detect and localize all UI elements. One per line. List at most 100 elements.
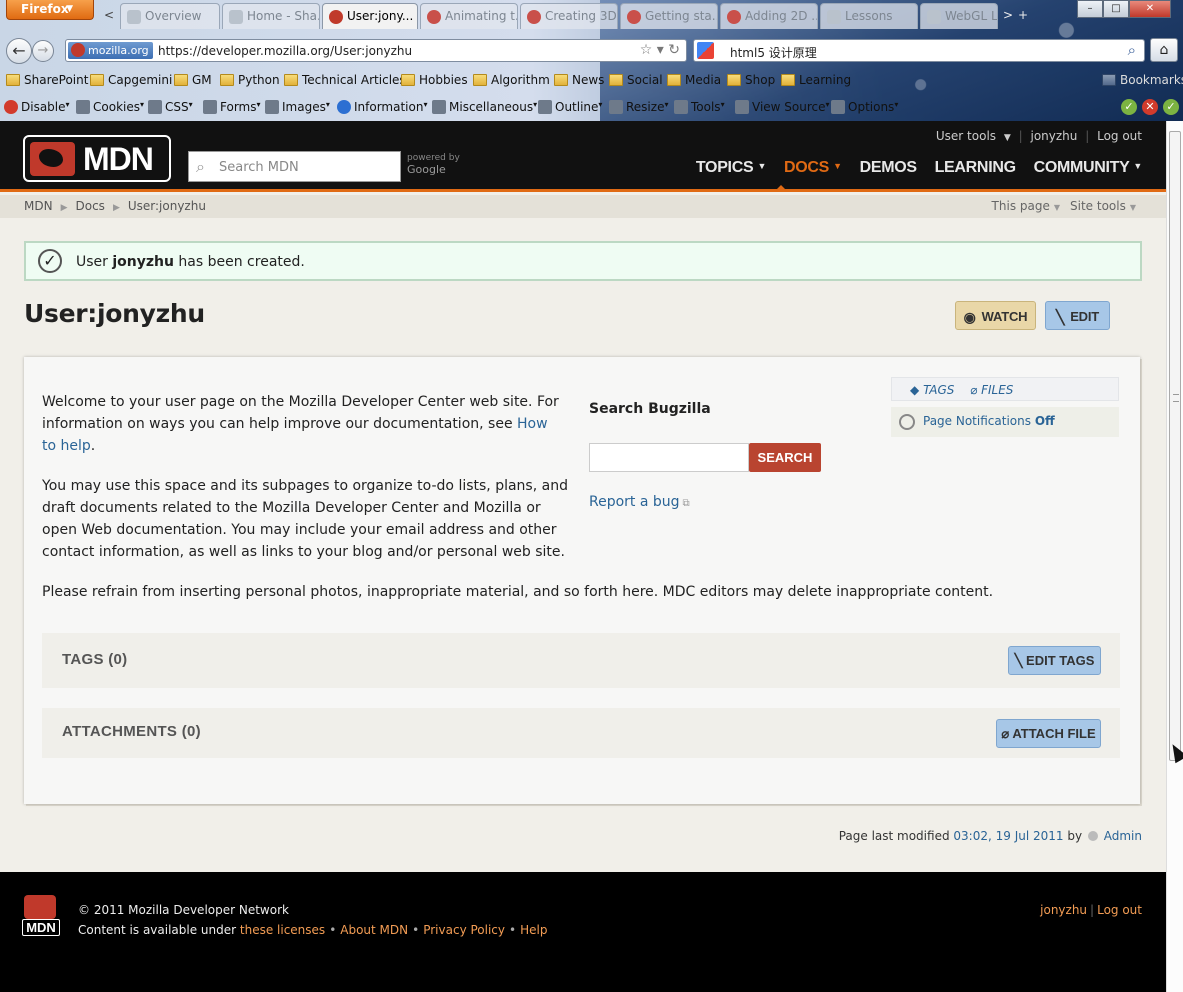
tab-scroll-left-icon[interactable]: < xyxy=(104,8,114,22)
html-error-icon[interactable]: ✕ xyxy=(1142,99,1158,115)
site-footer: MDN © 2011 Mozilla Developer Network Con… xyxy=(0,872,1166,992)
bookmark-folder-hobbies[interactable]: Hobbies xyxy=(401,73,468,87)
web-search-bar[interactable]: html5 设计原理 ⌕ xyxy=(693,39,1145,62)
dev-disable-menu[interactable]: Disable▾ xyxy=(4,100,70,114)
search-text[interactable]: html5 设计原理 xyxy=(730,44,817,61)
tab-label: Creating 3D... xyxy=(545,9,617,23)
bookmark-folder-gm[interactable]: GM xyxy=(174,73,212,87)
dev-outline-menu[interactable]: Outline▾ xyxy=(538,100,602,114)
tab-getting-started[interactable]: Getting sta... xyxy=(620,3,718,29)
help-link[interactable]: Help xyxy=(520,923,547,937)
tab-adding-2d[interactable]: Adding 2D ... xyxy=(720,3,818,29)
bookmark-folder-social[interactable]: Social xyxy=(609,73,663,87)
tab-animating[interactable]: Animating t... xyxy=(420,3,518,29)
css-valid-icon[interactable]: ✓ xyxy=(1121,99,1137,115)
nav-topics[interactable]: TOPICS ▼ xyxy=(696,159,767,177)
modified-time-link[interactable]: 03:02, 19 Jul 2011 xyxy=(953,829,1063,843)
dev-images-menu[interactable]: Images▾ xyxy=(265,100,330,114)
nav-community[interactable]: COMMUNITY ▼ xyxy=(1034,159,1143,177)
url-bar[interactable]: mozilla.org https://developer.mozilla.or… xyxy=(65,39,687,62)
nav-demos[interactable]: DEMOS xyxy=(860,159,917,177)
attach-file-button[interactable]: ⌀ ATTACH FILE xyxy=(996,719,1101,748)
forward-icon[interactable]: → xyxy=(32,40,54,62)
tab-lessons[interactable]: Lessons xyxy=(820,3,918,29)
bookmarks-menu[interactable]: Bookmarks xyxy=(1102,73,1183,87)
watch-button[interactable]: ◉ WATCH xyxy=(955,301,1036,330)
bookmark-folder-shop[interactable]: Shop xyxy=(727,73,775,87)
tags-files-box: ◆ TAGS ⌀ FILES xyxy=(891,377,1119,401)
bookmark-star-icon[interactable]: ☆ ▾ ↻ xyxy=(640,42,680,58)
report-bug-link[interactable]: Report a bug ⧉ xyxy=(589,494,690,510)
dev-options-menu[interactable]: Options▾ xyxy=(831,100,898,114)
vertical-scrollbar[interactable] xyxy=(1166,121,1183,992)
breadcrumb-mdn[interactable]: MDN xyxy=(24,199,53,213)
logo-text: MDN xyxy=(83,141,154,177)
folder-icon xyxy=(554,74,568,86)
separator-dot: • xyxy=(412,923,420,937)
watch-label: WATCH xyxy=(981,309,1028,324)
mdn-search-input[interactable]: ⌕ Search MDN xyxy=(188,151,401,182)
site-tools-menu[interactable]: Site tools xyxy=(1070,199,1126,213)
bookmark-folder-python[interactable]: Python xyxy=(220,73,280,87)
dev-forms-menu[interactable]: Forms▾ xyxy=(203,100,261,114)
dev-view-source-menu[interactable]: View Source▾ xyxy=(735,100,830,114)
dev-information-menu[interactable]: Information▾ xyxy=(337,100,427,114)
url-text[interactable]: https://developer.mozilla.org/User:jonyz… xyxy=(158,44,412,58)
notifications-state: Off xyxy=(1034,414,1055,428)
dev-css-menu[interactable]: CSS▾ xyxy=(148,100,193,114)
folder-icon xyxy=(609,74,623,86)
close-icon[interactable]: ✕ xyxy=(1129,0,1171,18)
maximize-icon[interactable]: □ xyxy=(1103,0,1129,18)
tab-home-sharepoint[interactable]: Home - Sha... xyxy=(222,3,320,29)
bookmark-folder-news[interactable]: News xyxy=(554,73,604,87)
modified-user-link[interactable]: Admin xyxy=(1104,829,1142,843)
dev-cookies-menu[interactable]: Cookies▾ xyxy=(76,100,144,114)
home-icon[interactable]: ⌂ xyxy=(1150,38,1178,62)
footer-username-link[interactable]: jonyzhu xyxy=(1040,903,1087,917)
attachments-section-title: ATTACHMENTS (0) xyxy=(62,723,201,740)
dev-tools-menu[interactable]: Tools▾ xyxy=(674,100,725,114)
bookmark-folder-capgemini[interactable]: Capgemini xyxy=(90,73,172,87)
this-page-menu[interactable]: This page xyxy=(992,199,1050,213)
bookmark-folder-sharepoint[interactable]: SharePoint xyxy=(6,73,88,87)
user-tools-menu[interactable]: User tools ▼ xyxy=(932,129,1011,143)
footer-logout-link[interactable]: Log out xyxy=(1097,903,1142,917)
side-tags-link[interactable]: ◆ TAGS xyxy=(910,383,954,397)
about-mdn-link[interactable]: About MDN xyxy=(340,923,408,937)
css-icon xyxy=(148,100,162,114)
nav-learning[interactable]: LEARNING xyxy=(935,159,1016,177)
footer-logo[interactable]: MDN xyxy=(22,895,60,939)
mdn-logo[interactable]: MDN xyxy=(23,135,171,182)
page-notifications[interactable]: Page Notifications Off xyxy=(891,407,1119,437)
tab-user-jonyzhu[interactable]: User:jony... xyxy=(322,3,418,29)
bookmark-folder-learning[interactable]: Learning xyxy=(781,73,851,87)
privacy-policy-link[interactable]: Privacy Policy xyxy=(423,923,505,937)
tab-overview[interactable]: Overview xyxy=(120,3,220,29)
back-icon[interactable]: ← xyxy=(6,38,32,64)
tab-webgl[interactable]: WebGL L... xyxy=(920,3,998,29)
js-valid-icon[interactable]: ✓ xyxy=(1163,99,1179,115)
bugzilla-search-input[interactable] xyxy=(589,443,749,472)
bookmark-folder-algorithm[interactable]: Algorithm xyxy=(473,73,550,87)
scrollbar-thumb[interactable] xyxy=(1169,131,1181,761)
licenses-link[interactable]: these licenses xyxy=(240,923,325,937)
edit-tags-button[interactable]: ╲ EDIT TAGS xyxy=(1008,646,1101,675)
tab-scroll-right-icon[interactable]: > xyxy=(1003,8,1013,22)
nav-docs[interactable]: DOCS ▼ xyxy=(784,159,842,177)
minimize-icon[interactable]: – xyxy=(1077,0,1103,18)
edit-button[interactable]: ╲ EDIT xyxy=(1045,301,1110,330)
bugzilla-search-button[interactable]: SEARCH xyxy=(749,443,821,472)
new-tab-icon[interactable]: + xyxy=(1018,8,1028,22)
bookmark-folder-technical-articles[interactable]: Technical Articles xyxy=(284,73,406,87)
logout-link[interactable]: Log out xyxy=(1097,129,1142,143)
side-files-link[interactable]: ⌀ FILES xyxy=(970,383,1013,397)
firefox-menu-button[interactable]: Firefox ▼ xyxy=(6,0,94,20)
tab-creating-3d[interactable]: Creating 3D... xyxy=(520,3,618,29)
username-link[interactable]: jonyzhu xyxy=(1030,129,1077,143)
search-icon[interactable]: ⌕ xyxy=(1128,41,1136,59)
dev-resize-menu[interactable]: Resize▾ xyxy=(609,100,668,114)
dev-miscellaneous-menu[interactable]: Miscellaneous▾ xyxy=(432,100,537,114)
bookmark-folder-media[interactable]: Media xyxy=(667,73,721,87)
site-identity-button[interactable]: mozilla.org xyxy=(68,42,153,59)
breadcrumb-docs[interactable]: Docs xyxy=(76,199,105,213)
